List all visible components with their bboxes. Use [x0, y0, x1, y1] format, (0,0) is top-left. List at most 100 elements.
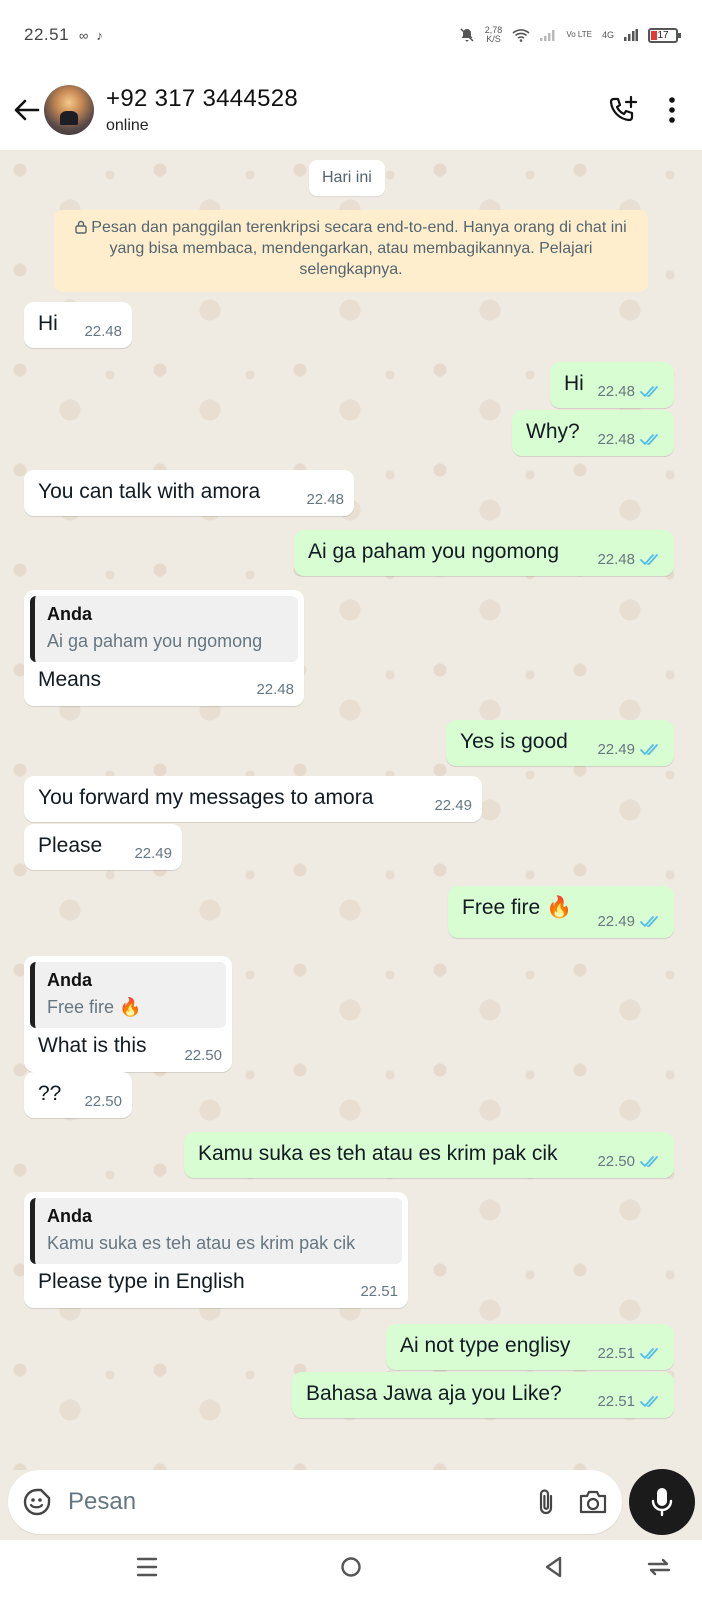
message-text: You forward my messages to amora — [38, 786, 374, 809]
composer-bar — [0, 1469, 702, 1540]
read-ticks-icon — [640, 1395, 658, 1407]
quoted-message[interactable]: Anda Free fire 🔥 — [30, 962, 226, 1028]
mute-bell-icon — [459, 27, 475, 43]
back-nav-button[interactable] — [544, 1556, 564, 1578]
message-incoming[interactable]: Please 22.49 — [24, 824, 182, 870]
message-outgoing[interactable]: Free fire 🔥 22.49 — [448, 886, 674, 938]
quote-text: Free fire 🔥 — [47, 997, 142, 1017]
voice-message-button[interactable] — [629, 1469, 695, 1535]
volte-label: Vo LTE — [566, 30, 592, 39]
attach-button[interactable] — [536, 1487, 556, 1517]
message-text: Free fire 🔥 — [462, 896, 573, 919]
lock-icon — [75, 220, 87, 234]
message-incoming-reply[interactable]: Anda Kamu suka es teh atau es krim pak c… — [24, 1192, 408, 1308]
encryption-notice-text: Pesan dan panggilan terenkripsi secara e… — [91, 219, 627, 278]
message-time: 22.48 — [306, 491, 344, 508]
contact-name: +92 317 3444528 — [106, 85, 299, 112]
home-button[interactable] — [340, 1556, 362, 1578]
microphone-icon — [651, 1488, 673, 1517]
message-input[interactable] — [68, 1488, 468, 1516]
home-circle-icon — [341, 1557, 361, 1577]
read-ticks-icon — [640, 553, 658, 565]
message-text: What is this — [38, 1034, 147, 1057]
signal-icon — [624, 29, 638, 41]
camera-icon — [579, 1490, 607, 1514]
message-composer — [8, 1470, 622, 1534]
message-outgoing[interactable]: Ai not type englisy 22.51 — [386, 1324, 674, 1370]
status-bar: 22.51 ∞ ♪ 2,78 K/S Vo LTE 4G 17 — [0, 0, 702, 70]
message-time: 22.49 — [597, 741, 635, 758]
message-text: Please type in English — [38, 1270, 245, 1293]
message-time: 22.50 — [597, 1153, 635, 1170]
message-text: You can talk with amora — [38, 480, 261, 503]
chat-area[interactable]: Hari ini Pesan dan panggilan terenkripsi… — [0, 150, 702, 1470]
message-time: 22.49 — [434, 797, 472, 814]
message-outgoing[interactable]: Ai ga paham you ngomong 22.48 — [294, 530, 674, 576]
message-outgoing[interactable]: Yes is good 22.49 — [446, 720, 674, 766]
avatar[interactable] — [44, 85, 94, 135]
message-text: Hi — [38, 312, 58, 335]
sticker-emoji-button[interactable] — [22, 1487, 52, 1517]
read-ticks-icon — [640, 385, 658, 397]
message-incoming[interactable]: Hi 22.48 — [24, 302, 132, 348]
quote-author: Anda — [47, 970, 92, 990]
message-text: Ai not type englisy — [400, 1334, 571, 1357]
back-triangle-icon — [545, 1556, 562, 1578]
back-button[interactable] — [8, 90, 44, 130]
message-time: 22.50 — [84, 1093, 122, 1110]
tiktok-icon: ♪ — [96, 27, 103, 43]
more-options-button[interactable] — [668, 97, 676, 123]
system-nav-bar — [0, 1540, 702, 1600]
message-incoming[interactable]: You can talk with amora 22.48 — [24, 470, 354, 516]
contact-status: online — [106, 117, 149, 134]
paperclip-icon — [539, 1489, 553, 1515]
battery-icon: 17 — [648, 27, 681, 43]
message-text: Hi — [564, 372, 584, 395]
message-text: Yes is good — [460, 730, 568, 753]
message-outgoing[interactable]: Bahasa Jawa aja you Like? 22.51 — [292, 1372, 674, 1418]
rotate-button[interactable] — [646, 1556, 672, 1578]
read-ticks-icon — [640, 433, 658, 445]
message-text: Bahasa Jawa aja you Like? — [306, 1382, 562, 1405]
read-ticks-icon — [640, 915, 658, 927]
message-text: Ai ga paham you ngomong — [308, 540, 560, 563]
quote-text: Ai ga paham you ngomong — [47, 631, 263, 651]
quoted-message[interactable]: Anda Kamu suka es teh atau es krim pak c… — [30, 1198, 402, 1264]
wifi-icon — [512, 28, 530, 42]
message-time: 22.48 — [256, 681, 294, 698]
message-text: ?? — [38, 1082, 62, 1105]
infinity-icon: ∞ — [79, 27, 89, 43]
message-time: 22.49 — [134, 845, 172, 862]
message-time: 22.51 — [597, 1345, 635, 1362]
net-speed: 2,78 K/S — [484, 25, 503, 44]
message-time: 22.48 — [597, 551, 635, 568]
message-outgoing[interactable]: Kamu suka es teh atau es krim pak cik 22… — [184, 1132, 674, 1178]
message-time: 22.48 — [597, 383, 635, 400]
message-outgoing[interactable]: Why? 22.48 — [512, 410, 674, 456]
add-call-button[interactable] — [608, 95, 638, 125]
recents-button[interactable] — [136, 1556, 158, 1578]
contact-info[interactable]: +92 317 3444528 online — [106, 85, 298, 135]
quoted-message[interactable]: Anda Ai ga paham you ngomong — [30, 596, 298, 662]
message-outgoing[interactable]: Hi 22.48 — [550, 362, 674, 408]
signal-weak-icon — [540, 29, 556, 41]
message-time: 22.49 — [597, 913, 635, 930]
quote-text: Kamu suka es teh atau es krim pak cik — [47, 1233, 356, 1253]
read-ticks-icon — [640, 743, 658, 755]
quote-author: Anda — [47, 1206, 92, 1226]
rotate-screen-icon — [647, 1558, 671, 1576]
message-text: Kamu suka es teh atau es krim pak cik — [198, 1142, 558, 1165]
menu-lines-icon — [136, 1557, 158, 1577]
read-ticks-icon — [640, 1347, 658, 1359]
camera-button[interactable] — [578, 1489, 608, 1515]
message-incoming-reply[interactable]: Anda Ai ga paham you ngomong Means 22.48 — [24, 590, 304, 706]
message-incoming-reply[interactable]: Anda Free fire 🔥 What is this 22.50 — [24, 956, 232, 1072]
emoji-sticker-icon — [23, 1488, 51, 1516]
message-time: 22.51 — [597, 1393, 635, 1410]
encryption-notice[interactable]: Pesan dan panggilan terenkripsi secara e… — [54, 210, 648, 292]
read-ticks-icon — [640, 1155, 658, 1167]
message-incoming[interactable]: ?? 22.50 — [24, 1072, 132, 1118]
date-chip: Hari ini — [309, 160, 385, 196]
message-text: Please — [38, 834, 103, 857]
message-incoming[interactable]: You forward my messages to amora 22.49 — [24, 776, 482, 822]
